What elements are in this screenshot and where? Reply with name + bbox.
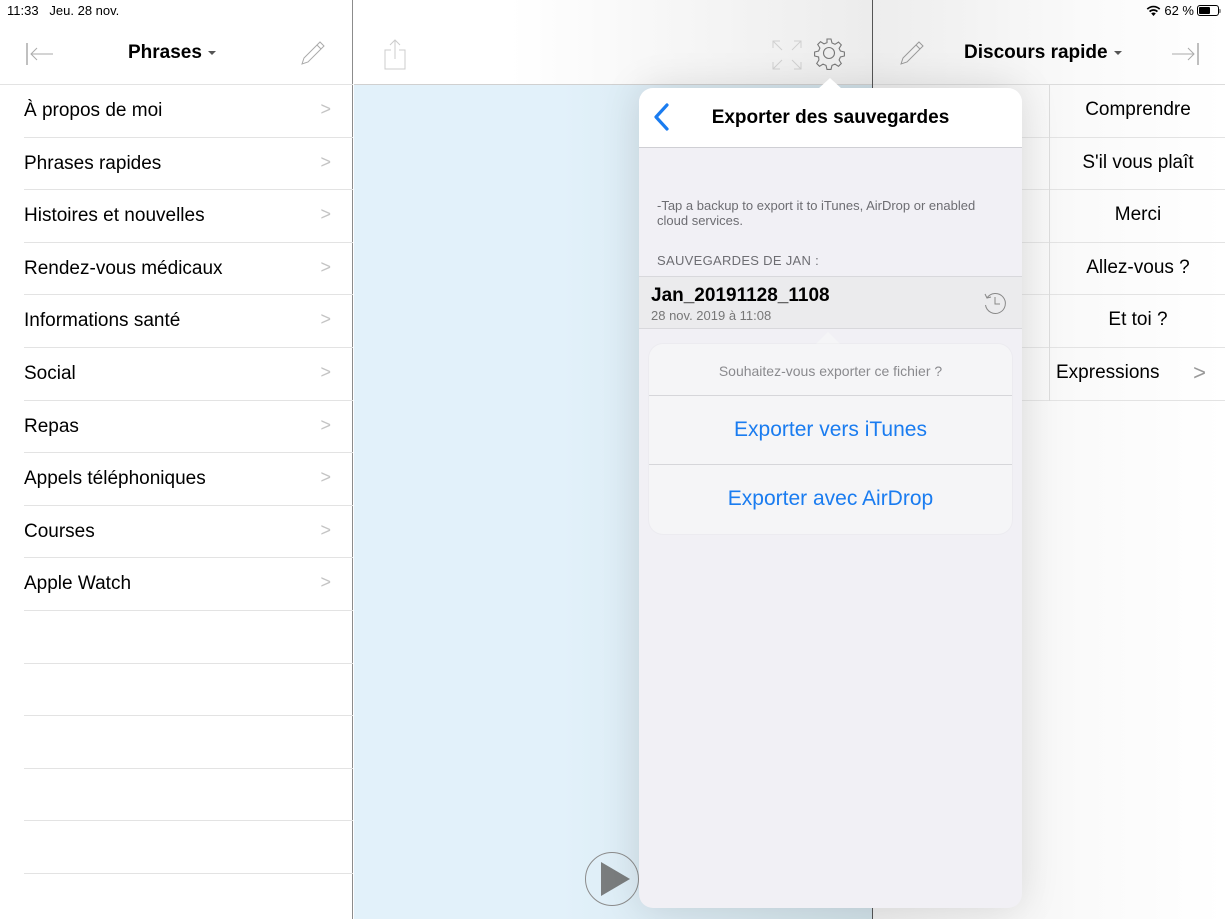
list-item[interactable]: Rendez-vous médicaux > [24, 243, 353, 296]
phrase-label: Expressions [1056, 361, 1160, 383]
expand-icon[interactable] [772, 40, 802, 75]
chevron-right-icon: > [320, 572, 331, 593]
quick-speech-title-dropdown[interactable]: Discours rapide [964, 42, 1122, 64]
list-item[interactable]: Phrases rapides > [24, 138, 353, 191]
popover-title: Exporter des sauvegardes [711, 107, 950, 128]
export-action-sheet: Souhaitez-vous exporter ce fichier ? Exp… [649, 344, 1012, 534]
empty-row [24, 611, 353, 664]
dropdown-caret-icon [207, 50, 216, 55]
action-sheet-title: Souhaitez-vous exporter ce fichier ? [649, 344, 1012, 396]
backups-section-header: SAUVEGARDES DE JAN : [657, 253, 820, 268]
phrases-list: À propos de moi > Phrases rapides > Histoi… [0, 85, 353, 874]
status-time: 11:33 [7, 3, 39, 18]
chevron-right-icon: > [320, 467, 331, 488]
pencil-icon[interactable] [897, 38, 927, 73]
restore-history-icon[interactable] [982, 290, 1008, 321]
list-item[interactable]: À propos de moi > [24, 85, 353, 138]
chevron-right-icon: > [1193, 359, 1206, 385]
action-sheet-arrow [816, 332, 840, 344]
list-item[interactable]: Repas > [24, 401, 353, 454]
phrases-title-dropdown[interactable]: Phrases [128, 42, 216, 64]
phrases-panel: 11:33 Jeu. 28 nov. Phrases À propos de m… [0, 0, 353, 919]
list-item-label: Phrases rapides [24, 152, 162, 174]
list-item-label: Repas [24, 415, 79, 437]
battery-percent: 62 % [1164, 3, 1194, 18]
status-indicators: 62 % [1146, 3, 1221, 18]
status-date: Jeu. 28 nov. [49, 3, 120, 18]
quick-speech-title: Discours rapide [964, 42, 1108, 63]
phrase-label: Merci [1114, 204, 1162, 226]
phrases-title: Phrases [128, 42, 202, 63]
collapse-left-icon[interactable] [26, 42, 54, 71]
list-item-label: Histoires et nouvelles [24, 205, 205, 227]
phrase-label: Allez-vous ? [1086, 256, 1190, 278]
list-item-label: Courses [24, 520, 95, 542]
export-itunes-button[interactable]: Exporter vers iTunes [649, 396, 1012, 465]
pencil-icon[interactable] [298, 38, 328, 73]
empty-row [24, 821, 353, 874]
expressions-folder[interactable]: Expressions > [1050, 348, 1225, 401]
list-item-label: Informations santé [24, 310, 181, 332]
list-item[interactable]: Courses > [24, 506, 353, 559]
list-item-label: Social [24, 362, 76, 384]
quick-speech-nav-bar: Discours rapide [873, 22, 1225, 85]
phrase-button[interactable]: Comprendre [1050, 85, 1225, 138]
status-time-date: 11:33 Jeu. 28 nov. [7, 3, 119, 18]
empty-row [24, 664, 353, 717]
backup-date: 28 nov. 2019 à 11:08 [651, 308, 772, 323]
empty-row [24, 716, 353, 769]
list-item[interactable]: Social > [24, 348, 353, 401]
list-item-label: Rendez-vous médicaux [24, 257, 223, 279]
chevron-right-icon: > [320, 99, 331, 119]
share-icon[interactable] [384, 38, 406, 75]
chevron-right-icon: > [320, 256, 331, 277]
list-item-label: Appels téléphoniques [24, 468, 206, 490]
chevron-right-icon: > [320, 151, 331, 172]
list-item[interactable]: Informations santé > [24, 295, 353, 348]
gear-icon[interactable] [812, 36, 846, 75]
phrase-label: Comprendre [1085, 99, 1191, 120]
wifi-icon [1147, 5, 1161, 16]
popover-header: Exporter des sauvegardes [639, 88, 1022, 148]
list-item-label: Apple Watch [24, 573, 132, 595]
app-root: 11:33 Jeu. 28 nov. Phrases À propos de m… [0, 0, 1225, 919]
list-item[interactable]: Histoires et nouvelles > [24, 190, 353, 243]
backup-name: Jan_20191128_1108 [651, 285, 830, 306]
phrase-label: S'il vous plaît [1082, 151, 1194, 173]
list-item[interactable]: Apple Watch > [24, 558, 353, 611]
export-airdrop-button[interactable]: Exporter avec AirDrop [649, 465, 1012, 534]
chevron-right-icon: > [320, 519, 331, 540]
dropdown-caret-icon [1113, 50, 1122, 55]
empty-row [24, 769, 353, 822]
play-icon[interactable] [585, 852, 639, 906]
chevron-right-icon: > [320, 361, 331, 382]
phrase-button[interactable]: S'il vous plaît [1050, 138, 1225, 191]
list-item[interactable]: Appels téléphoniques > [24, 453, 353, 506]
chevron-right-icon: > [320, 309, 331, 330]
list-item-label: À propos de moi [24, 100, 163, 121]
chevron-right-icon: > [320, 414, 331, 435]
phrase-button[interactable]: Merci [1050, 190, 1225, 243]
battery-icon [1197, 5, 1221, 16]
export-instructions: -Tap a backup to export it to iTunes, Ai… [657, 198, 976, 228]
quick-speech-list: Comprendre S'il vous plaît Merci Allez-v… [1049, 85, 1225, 401]
chevron-right-icon: > [320, 204, 331, 225]
backup-row[interactable]: Jan_20191128_1108 28 nov. 2019 à 11:08 [639, 276, 1022, 329]
export-backups-popover: Exporter des sauvegardes -Tap a backup t… [639, 78, 1022, 908]
phrase-button[interactable]: Et toi ? [1050, 295, 1225, 348]
collapse-right-icon[interactable] [1171, 42, 1199, 71]
phrase-button[interactable]: Allez-vous ? [1050, 243, 1225, 296]
phrases-nav-bar: Phrases [0, 22, 353, 85]
middle-toolbar [354, 0, 872, 85]
phrase-label: Et toi ? [1108, 309, 1168, 331]
